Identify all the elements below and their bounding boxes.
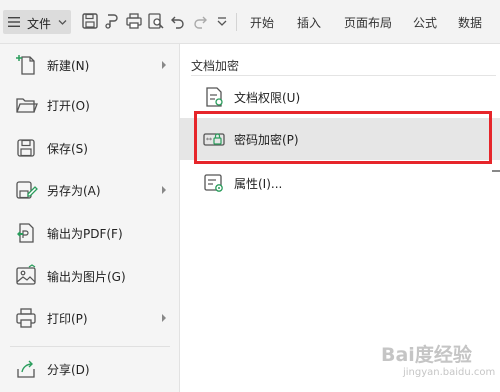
svg-text:**: ** bbox=[206, 137, 212, 144]
submenu-item-properties-label: 属性(I)... bbox=[234, 177, 283, 191]
new-doc-icon bbox=[16, 55, 35, 75]
tab-page-layout[interactable]: 页面布局 bbox=[344, 14, 392, 31]
submenu-item-password-encrypt[interactable]: ** 密码加密(P) bbox=[180, 118, 500, 160]
menu-item-export-pdf[interactable]: 输出为PDF(F) bbox=[0, 212, 180, 254]
watermark-logo-text: Bai度经验 bbox=[381, 344, 472, 366]
chevron-right-icon bbox=[162, 314, 166, 322]
tab-formulas[interactable]: 公式 bbox=[413, 14, 437, 31]
menu-separator bbox=[10, 346, 170, 347]
customize-toolbar-icon[interactable] bbox=[213, 12, 231, 30]
undo-icon[interactable] bbox=[169, 12, 187, 30]
file-menu-label: 文件 bbox=[27, 17, 52, 31]
chevron-right-icon bbox=[162, 61, 166, 69]
watermark: Bai度经验 jingyan.baidu.com bbox=[381, 340, 499, 386]
print-icon[interactable] bbox=[125, 12, 143, 30]
menu-item-save-as[interactable]: 另存为(A) bbox=[0, 169, 180, 211]
share-icon bbox=[17, 360, 35, 378]
menu-item-new[interactable]: 新建(N) bbox=[0, 44, 180, 86]
redo-icon[interactable] bbox=[191, 12, 209, 30]
sheet-edge-mark bbox=[492, 170, 500, 172]
menu-item-export-image[interactable]: 输出为图片(G) bbox=[0, 255, 180, 297]
watermark-url: jingyan.baidu.com bbox=[403, 367, 496, 378]
password-lock-icon: ** bbox=[203, 133, 225, 146]
toolbar: 文件 开始 插入 页面布局 公式 数据 bbox=[0, 0, 500, 44]
submenu-item-password-encrypt-label: 密码加密(P) bbox=[234, 133, 299, 147]
save-icon bbox=[17, 139, 35, 157]
pdf-export-icon bbox=[17, 223, 34, 243]
menu-item-new-label: 新建(N) bbox=[47, 59, 90, 73]
submenu-title: 文档加密 bbox=[191, 59, 240, 73]
menu-item-save-as-label: 另存为(A) bbox=[47, 184, 101, 198]
tab-data[interactable]: 数据 bbox=[458, 14, 482, 31]
hamburger-icon bbox=[8, 17, 20, 27]
menu-item-save-label: 保存(S) bbox=[47, 142, 88, 156]
menu-item-open[interactable]: 打开(O) bbox=[0, 84, 180, 126]
document-permission-icon bbox=[206, 87, 223, 107]
folder-open-icon bbox=[16, 98, 38, 113]
tab-home[interactable]: 开始 bbox=[250, 14, 274, 31]
chevron-down-icon bbox=[58, 20, 67, 25]
menu-item-export-pdf-label: 输出为PDF(F) bbox=[47, 227, 123, 241]
save-as-icon bbox=[16, 181, 38, 199]
file-menu-button[interactable]: 文件 bbox=[3, 10, 71, 34]
chevron-right-icon bbox=[162, 186, 166, 194]
menu-item-print[interactable]: 打印(P) bbox=[0, 297, 180, 339]
menu-item-open-label: 打开(O) bbox=[47, 99, 90, 113]
image-export-icon bbox=[16, 264, 36, 285]
menu-item-print-label: 打印(P) bbox=[47, 312, 88, 326]
menu-item-share-label: 分享(D) bbox=[47, 363, 90, 377]
submenu-item-document-permission-label: 文档权限(U) bbox=[234, 91, 301, 105]
toolbar-divider bbox=[236, 13, 237, 31]
file-menu: 新建(N) 打开(O) 保存(S) 另存为(A) 输出为PDF(F) 输出为图片… bbox=[0, 44, 180, 392]
export-pdf-icon[interactable] bbox=[103, 12, 121, 30]
printer-icon bbox=[16, 308, 36, 328]
submenu-item-properties[interactable]: 属性(I)... bbox=[180, 162, 500, 204]
menu-item-export-image-label: 输出为图片(G) bbox=[47, 270, 126, 284]
properties-gear-icon bbox=[204, 174, 223, 192]
menu-item-share[interactable]: 分享(D) bbox=[0, 348, 180, 390]
submenu-item-document-permission[interactable]: 文档权限(U) bbox=[180, 76, 500, 118]
tab-insert[interactable]: 插入 bbox=[297, 14, 321, 31]
save-icon[interactable] bbox=[81, 12, 99, 30]
menu-item-save[interactable]: 保存(S) bbox=[0, 127, 180, 169]
print-preview-icon[interactable] bbox=[147, 12, 165, 30]
